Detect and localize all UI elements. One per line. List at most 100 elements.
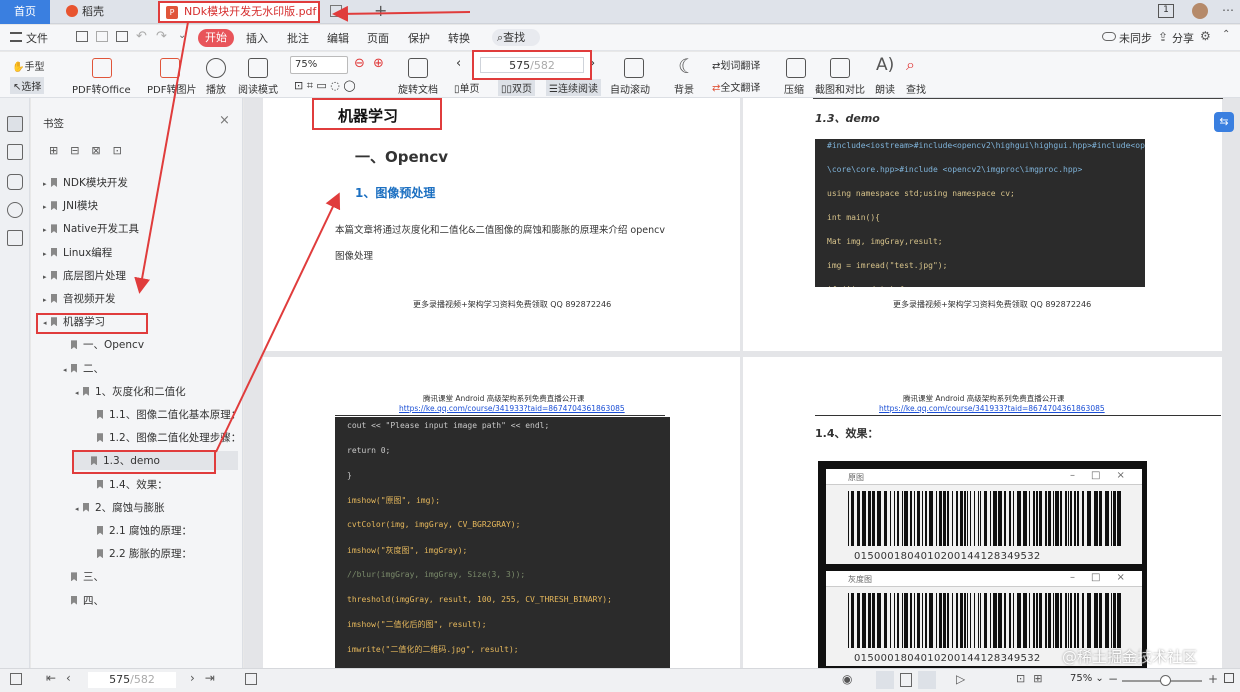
expand-arrow-icon[interactable]: ◂	[75, 389, 83, 397]
zoom-slider-handle[interactable]	[1160, 675, 1171, 686]
select-tool[interactable]: ↖选择	[10, 77, 45, 94]
fullscreen-icon[interactable]	[1224, 673, 1234, 683]
undo-icon[interactable]: ↶	[136, 29, 147, 44]
bookmark-item[interactable]: 1.1、图像二值化基本原理：	[89, 407, 241, 422]
sidebar-toggle-icon[interactable]	[10, 673, 22, 685]
menu-convert[interactable]: 转换	[448, 30, 470, 46]
tab-home[interactable]: 首页	[0, 0, 50, 24]
double-page-button[interactable]: ▯▯双页	[498, 79, 536, 96]
expand-arrow-icon[interactable]: ▸	[43, 273, 51, 281]
read-aloud-button[interactable]: 朗读	[875, 81, 895, 96]
course-link[interactable]: https://ke.qq.com/course/341933?taid=867…	[879, 404, 1105, 413]
thumbnail-icon[interactable]	[7, 144, 23, 160]
expand-arrow-icon[interactable]: ▸	[43, 296, 51, 304]
bookmark-item[interactable]: 1.2、图像二值化处理步骤：	[89, 430, 241, 445]
fit-icons[interactable]: ⊡⊞	[1016, 672, 1050, 685]
more-icon[interactable]: ⋯	[1222, 3, 1234, 17]
menu-insert[interactable]: 插入	[246, 30, 268, 46]
status-page-input[interactable]: 575/582	[88, 672, 176, 688]
hand-tool[interactable]: ✋手型	[12, 58, 44, 73]
new-tab-icon[interactable]: +	[374, 1, 387, 20]
zoom-out-icon[interactable]: ⊖	[354, 56, 365, 71]
course-link[interactable]: https://ke.qq.com/course/341933?taid=867…	[399, 404, 625, 413]
menu-annotate[interactable]: 批注	[287, 30, 309, 46]
window-controls-icon[interactable]: –□×	[1070, 572, 1141, 583]
comment-icon[interactable]	[7, 174, 23, 190]
tab-pdf-file[interactable]: P NDk模块开发无水印版.pdf	[158, 1, 320, 23]
menu-protect[interactable]: 保护	[408, 30, 430, 46]
continuous-view-icon[interactable]	[876, 671, 894, 689]
bookmark-item[interactable]: ◂ 2、腐蚀与膨胀	[75, 500, 165, 515]
menu-start[interactable]: 开始	[198, 29, 234, 47]
sync-status[interactable]: 未同步	[1119, 30, 1152, 46]
page-count-icon[interactable]: 1	[1158, 4, 1174, 18]
expand-arrow-icon[interactable]: ◂	[75, 505, 83, 513]
bookmark-item[interactable]: 2.1 腐蚀的原理：	[89, 523, 192, 538]
redo-icon[interactable]: ↷	[156, 29, 167, 44]
bookmark-item[interactable]: 三、	[63, 569, 104, 584]
print-icon[interactable]	[116, 31, 128, 42]
double-view-icon[interactable]	[918, 671, 936, 689]
screenshot-button[interactable]: 截图和对比	[815, 81, 865, 96]
bookmark-item[interactable]: ◂ 二、	[63, 361, 104, 376]
expand-arrow-icon[interactable]: ▸	[43, 180, 51, 188]
eye-icon[interactable]: ◉	[842, 672, 852, 686]
full-translate-button[interactable]: ⇄全文翻译	[712, 79, 760, 94]
share-button[interactable]: 分享	[1172, 30, 1194, 46]
fit-page-icon[interactable]: ⊡ ⌗ ▭ ◌ ◯	[294, 79, 356, 93]
single-page-button[interactable]: ▯单页	[454, 80, 480, 95]
expand-arrow-icon[interactable]: ◂	[63, 366, 71, 374]
menu-page[interactable]: 页面	[367, 30, 389, 46]
bookmark-item[interactable]: 1.4、效果：	[89, 477, 168, 492]
rotate-button[interactable]: 旋转文档	[398, 81, 438, 96]
word-translate-button[interactable]: ⇄划词翻译	[712, 57, 760, 72]
signature-icon[interactable]	[7, 230, 23, 246]
bookmark-panel-icon[interactable]	[7, 116, 23, 132]
bookmark-item[interactable]: ▸ NDK模块开发	[43, 175, 128, 190]
pdf-to-image-button[interactable]: PDF转图片	[147, 81, 196, 96]
bookmark-item[interactable]: ▸ JNI模块	[43, 198, 98, 213]
bookmark-item[interactable]: 一、Opencv	[63, 337, 144, 352]
bookmark-item[interactable]: ▸ 音视频开发	[43, 291, 116, 306]
zoom-plus-icon[interactable]: +	[1208, 672, 1218, 686]
bookmark-item[interactable]: ◂ 1、灰度化和二值化	[75, 384, 186, 399]
attachment-icon[interactable]	[7, 202, 23, 218]
page-input[interactable]: 575/582	[480, 57, 584, 73]
close-icon[interactable]: ×	[219, 113, 230, 128]
bookmark-item[interactable]: 2.2 膨胀的原理：	[89, 546, 192, 561]
zoom-minus-icon[interactable]: −	[1108, 672, 1118, 686]
read-mode-button[interactable]: 阅读模式	[238, 81, 278, 96]
bookmark-item[interactable]: ▸ 底层图片处理	[43, 268, 126, 283]
prev-page-icon[interactable]: ‹	[456, 56, 461, 71]
bookmark-tools-icon[interactable]: ⊞⊟⊠⊡	[49, 144, 134, 157]
collapse-icon[interactable]: ⌃	[1222, 29, 1230, 40]
find-button[interactable]: 查找	[906, 81, 926, 96]
autoscroll-button[interactable]: 自动滚动	[610, 81, 650, 96]
search-button[interactable]: ⌕查找	[492, 29, 540, 46]
tab-daoke[interactable]: 稻壳	[58, 0, 150, 24]
pdf-to-office-button[interactable]: PDF转Office	[72, 81, 131, 96]
next-last-icon[interactable]: ›⇥	[190, 671, 225, 685]
bookmark-item[interactable]: ▸ Linux编程	[43, 245, 112, 260]
hamburger-icon[interactable]	[10, 32, 22, 42]
expand-arrow-icon[interactable]: ▸	[43, 250, 51, 258]
avatar[interactable]	[1192, 3, 1208, 19]
zoom-in-icon[interactable]: ⊕	[373, 56, 384, 71]
dropdown-icon[interactable]: ⌄	[178, 30, 186, 41]
compress-button[interactable]: 压缩	[784, 81, 804, 96]
window-icon[interactable]	[330, 5, 342, 17]
expand-arrow-icon[interactable]: ▸	[43, 203, 51, 211]
play-status-icon[interactable]: ▷	[956, 672, 965, 686]
window-controls-icon[interactable]: –□×	[1070, 470, 1141, 481]
background-button[interactable]: 背景	[674, 81, 694, 96]
continuous-button[interactable]: ☰连续阅读	[546, 79, 601, 96]
menu-edit[interactable]: 编辑	[327, 30, 349, 46]
status-zoom[interactable]: 75% ⌄	[1070, 673, 1104, 684]
bookmark-item[interactable]: 四、	[63, 593, 104, 608]
single-view-icon[interactable]	[900, 673, 912, 687]
first-prev-icon[interactable]: ⇤‹	[46, 671, 81, 685]
expand-arrow-icon[interactable]: ▸	[43, 226, 51, 234]
save-icon[interactable]	[96, 31, 108, 42]
play-button[interactable]: 播放	[206, 81, 226, 96]
back-icon[interactable]	[245, 673, 257, 685]
